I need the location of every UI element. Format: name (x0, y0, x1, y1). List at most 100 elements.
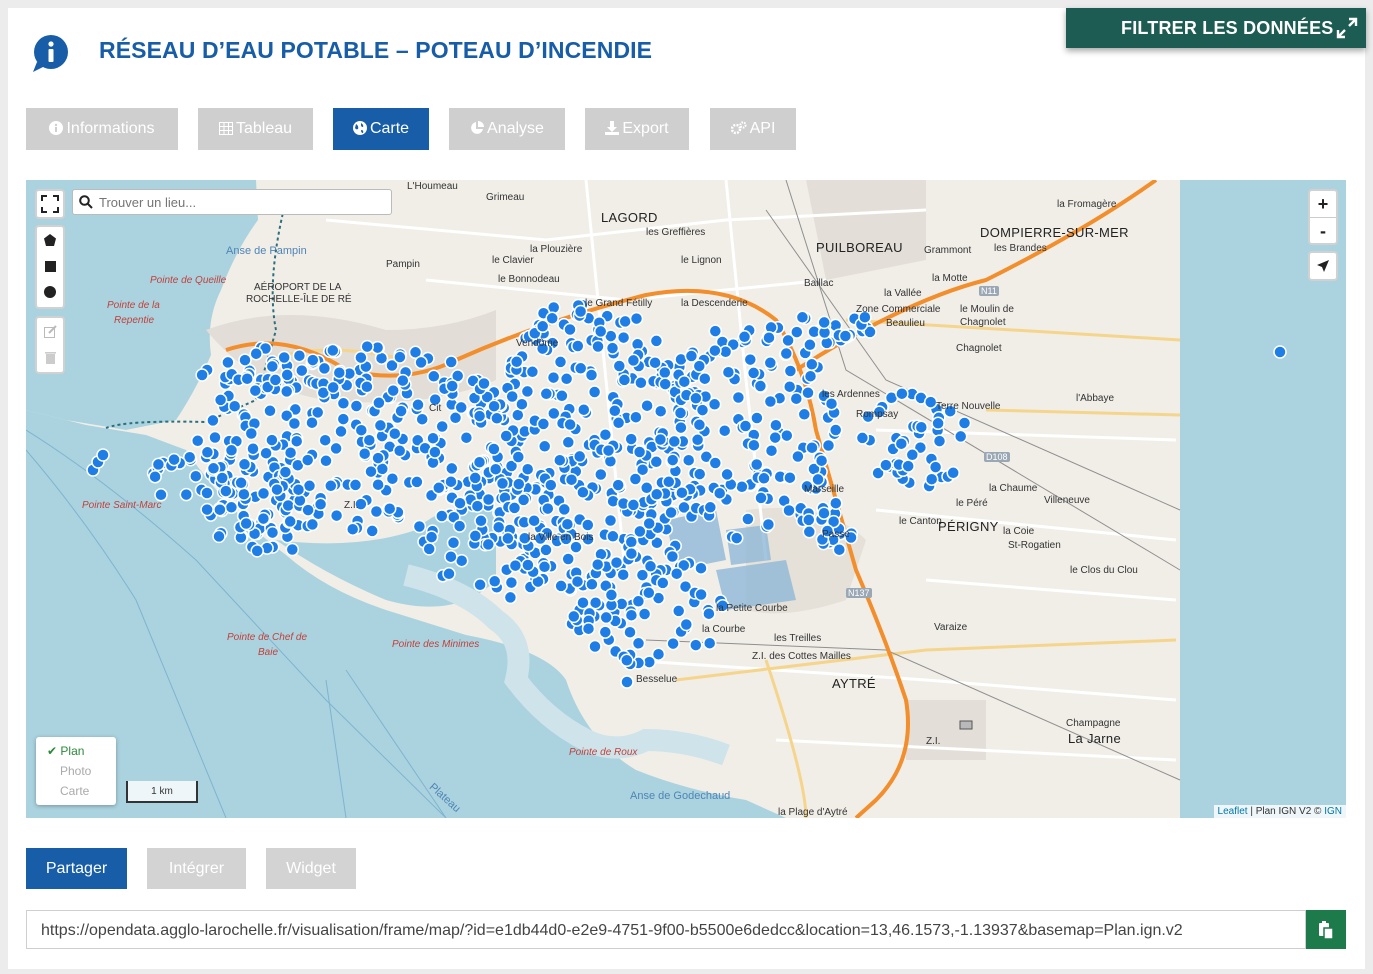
hydrant-marker[interactable] (814, 453, 829, 468)
hydrant-marker[interactable] (684, 349, 699, 363)
hydrant-marker[interactable] (415, 412, 429, 426)
hydrant-marker[interactable] (817, 315, 831, 330)
hydrant-marker[interactable] (481, 492, 496, 507)
hydrant-marker[interactable] (410, 475, 424, 489)
hydrant-marker[interactable] (244, 426, 259, 441)
hydrant-marker[interactable] (453, 496, 467, 510)
tab-informations[interactable]: Informations (26, 108, 178, 150)
hydrant-marker[interactable] (369, 504, 384, 519)
hydrant-marker[interactable] (694, 561, 708, 575)
hydrant-marker[interactable] (553, 453, 567, 467)
hydrant-marker[interactable] (300, 453, 315, 467)
hydrant-marker[interactable] (611, 416, 626, 430)
hydrant-marker[interactable] (364, 464, 378, 479)
hydrant-marker[interactable] (470, 499, 485, 513)
hydrant-marker[interactable] (445, 379, 459, 393)
hydrant-marker[interactable] (905, 448, 920, 462)
hydrant-marker[interactable] (677, 374, 692, 389)
hydrant-marker[interactable] (563, 417, 577, 432)
hydrant-marker[interactable] (151, 457, 166, 472)
hydrant-marker[interactable] (265, 525, 280, 540)
hydrant-marker[interactable] (96, 448, 110, 462)
delete-button[interactable] (37, 344, 63, 370)
hydrant-marker[interactable] (318, 433, 332, 447)
hydrant-marker[interactable] (708, 456, 723, 470)
hydrant-marker[interactable] (611, 478, 625, 492)
hydrant-marker[interactable] (689, 638, 703, 652)
hydrant-marker[interactable] (649, 334, 664, 348)
hydrant-marker[interactable] (206, 461, 221, 476)
hydrant-marker[interactable] (694, 587, 708, 602)
hydrant-marker[interactable] (570, 574, 585, 589)
hydrant-marker[interactable] (957, 416, 972, 430)
tab-api[interactable]: API (710, 108, 796, 150)
hydrant-marker[interactable] (385, 471, 400, 486)
hydrant-marker[interactable] (444, 355, 458, 369)
hydrant-marker[interactable] (780, 428, 794, 443)
hydrant-marker[interactable] (624, 432, 638, 446)
hydrant-marker[interactable] (301, 503, 315, 517)
hydrant-marker[interactable] (717, 423, 732, 438)
hydrant-marker[interactable] (769, 418, 783, 432)
hydrant-marker[interactable] (584, 368, 599, 382)
hydrant-marker[interactable] (488, 462, 503, 476)
hydrant-marker[interactable] (446, 536, 461, 550)
hydrant-marker[interactable] (189, 469, 203, 483)
hydrant-marker[interactable] (546, 370, 561, 385)
hydrant-marker[interactable] (329, 441, 343, 456)
hydrant-marker[interactable] (512, 477, 526, 491)
hydrant-marker[interactable] (803, 369, 818, 383)
hydrant-marker[interactable] (265, 433, 279, 447)
hydrant-marker[interactable] (593, 324, 608, 339)
hydrant-marker[interactable] (720, 467, 734, 482)
hydrant-marker[interactable] (665, 453, 680, 467)
hydrant-marker[interactable] (511, 450, 526, 464)
hydrant-marker[interactable] (761, 517, 776, 532)
hydrant-marker[interactable] (200, 445, 215, 460)
hydrant-marker[interactable] (632, 445, 647, 459)
hydrant-marker[interactable] (931, 416, 945, 431)
hydrant-marker[interactable] (729, 531, 744, 545)
hydrant-marker[interactable] (435, 419, 449, 434)
hydrant-marker[interactable] (468, 471, 482, 485)
hydrant-marker[interactable] (953, 429, 968, 444)
hydrant-marker[interactable] (604, 588, 619, 602)
hydrant-marker[interactable] (248, 383, 263, 398)
hydrant-marker[interactable] (354, 350, 368, 365)
hydrant-marker[interactable] (616, 567, 630, 582)
hydrant-marker[interactable] (577, 402, 591, 417)
hydrant-marker[interactable] (692, 418, 707, 432)
hydrant-marker[interactable] (609, 555, 624, 570)
hydrant-marker[interactable] (932, 434, 947, 448)
hydrant-marker[interactable] (206, 413, 220, 428)
hydrant-marker[interactable] (432, 481, 446, 495)
hydrant-marker[interactable] (371, 451, 385, 465)
hydrant-marker[interactable] (673, 406, 688, 420)
hydrant-marker[interactable] (336, 412, 351, 426)
hydrant-marker[interactable] (372, 396, 386, 410)
hydrant-marker[interactable] (285, 542, 300, 557)
hydrant-marker[interactable] (587, 385, 602, 399)
hydrant-marker[interactable] (598, 427, 613, 442)
hydrant-marker[interactable] (750, 411, 764, 425)
hydrant-marker[interactable] (326, 380, 340, 395)
hydrant-marker[interactable] (329, 508, 344, 523)
hydrant-marker[interactable] (802, 525, 817, 539)
hydrant-marker[interactable] (555, 389, 569, 403)
hydrant-marker[interactable] (782, 379, 797, 394)
hydrant-marker[interactable] (797, 407, 812, 422)
hydrant-marker[interactable] (671, 604, 686, 618)
hydrant-marker[interactable] (239, 516, 253, 531)
hydrant-marker[interactable] (234, 476, 248, 490)
hydrant-marker[interactable] (256, 511, 271, 526)
hydrant-marker[interactable] (669, 566, 684, 581)
hydrant-marker[interactable] (560, 517, 575, 531)
tab-carte[interactable]: Carte (333, 108, 429, 150)
hydrant-marker[interactable] (509, 355, 524, 369)
hydrant-marker[interactable] (459, 430, 474, 445)
hydrant-marker[interactable] (246, 441, 260, 456)
hydrant-marker[interactable] (698, 371, 712, 386)
hydrant-marker[interactable] (567, 609, 581, 624)
hydrant-marker[interactable] (662, 475, 676, 489)
hydrant-marker[interactable] (428, 445, 442, 459)
